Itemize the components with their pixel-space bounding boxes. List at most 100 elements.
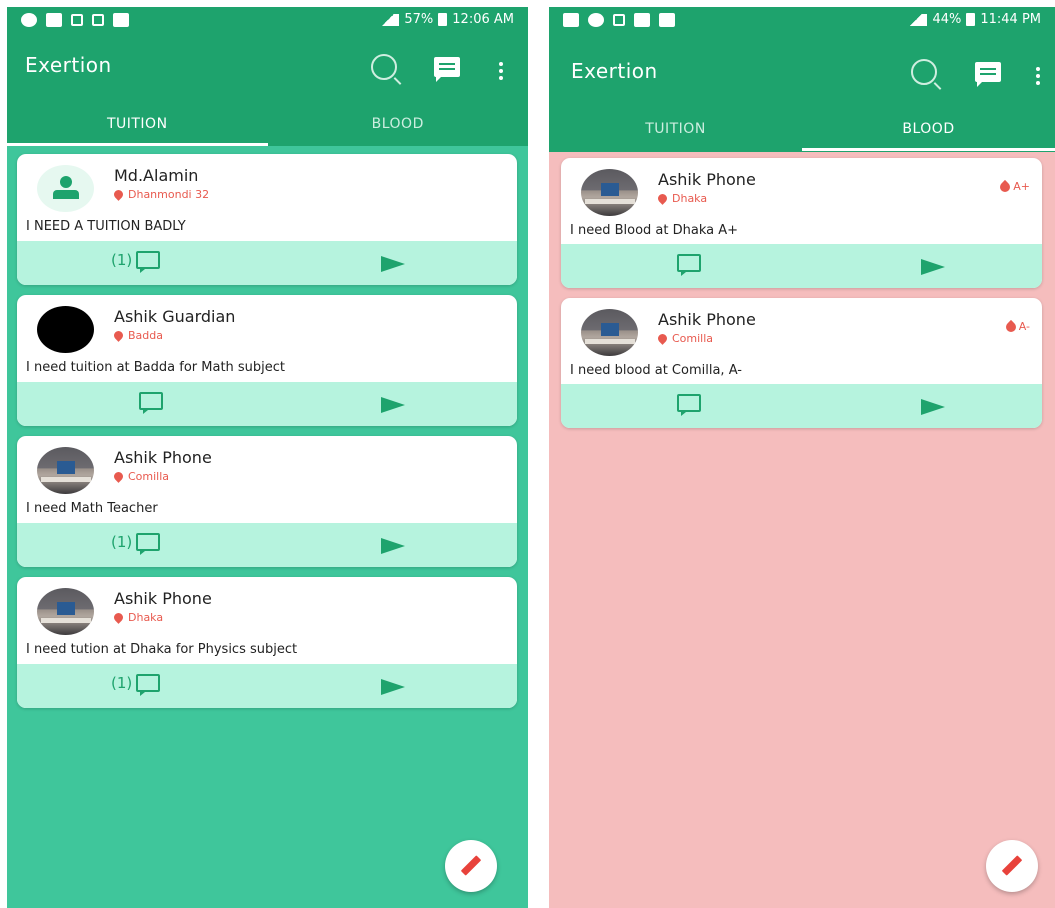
send-icon[interactable] bbox=[921, 259, 945, 275]
card-actions: (1) bbox=[17, 241, 517, 285]
comment-button[interactable] bbox=[135, 392, 163, 414]
battery-icon bbox=[438, 13, 448, 26]
facebook-notification-icon bbox=[563, 13, 579, 27]
data-speed-icon bbox=[613, 14, 625, 26]
location-pin-icon bbox=[112, 188, 125, 201]
location-text: Badda bbox=[128, 329, 163, 342]
post-author: Ashik Phone bbox=[658, 170, 756, 189]
send-icon[interactable] bbox=[381, 679, 405, 695]
post-message: I NEED A TUITION BADLY bbox=[26, 219, 186, 234]
tab-blood[interactable]: BLOOD bbox=[802, 107, 1055, 151]
compose-post-button[interactable] bbox=[445, 840, 497, 892]
data-speed-icon bbox=[92, 14, 104, 26]
comment-icon bbox=[139, 392, 163, 414]
activity-notification-icon bbox=[113, 13, 129, 27]
send-icon[interactable] bbox=[921, 399, 945, 415]
comment-count: (1) bbox=[111, 533, 133, 551]
signal-icon bbox=[377, 13, 400, 26]
blood-group: A+ bbox=[1013, 180, 1030, 193]
card-actions: (1) bbox=[17, 664, 517, 708]
messenger-notification-icon bbox=[21, 13, 37, 27]
card-actions: (1) bbox=[17, 523, 517, 567]
blood-drop-icon bbox=[998, 179, 1013, 194]
comment-button[interactable] bbox=[677, 394, 701, 416]
comment-button[interactable]: (1) bbox=[111, 674, 161, 696]
post-location: Comilla bbox=[112, 470, 169, 483]
tab-blood[interactable]: BLOOD bbox=[268, 102, 529, 146]
search-button[interactable] bbox=[371, 54, 397, 80]
search-button[interactable] bbox=[911, 59, 937, 85]
messages-button[interactable] bbox=[975, 62, 1001, 87]
battery-percent: 44% bbox=[932, 12, 962, 27]
post-author: Ashik Phone bbox=[114, 589, 212, 608]
post-message: I need tution at Dhaka for Physics subje… bbox=[26, 642, 298, 657]
send-icon[interactable] bbox=[381, 397, 405, 413]
avatar bbox=[37, 447, 94, 494]
post-card[interactable]: Ashik Guardian Badda I need tuition at B… bbox=[17, 295, 517, 426]
location-text: Dhaka bbox=[672, 192, 708, 205]
post-location: Badda bbox=[112, 329, 163, 342]
send-icon[interactable] bbox=[381, 538, 405, 554]
compose-post-button[interactable] bbox=[986, 840, 1038, 892]
overflow-menu-button[interactable] bbox=[499, 62, 507, 82]
more-vert-icon bbox=[1036, 74, 1040, 78]
post-message: I need blood at Comilla, A- bbox=[570, 363, 742, 378]
location-pin-icon bbox=[112, 611, 125, 624]
blood-screen: 44% 11:44 PM Exertion TUITION BLOOD Ashi… bbox=[549, 7, 1055, 908]
blood-request-card[interactable]: Ashik Phone Comilla A- I need blood at C… bbox=[561, 298, 1042, 428]
tab-bar: TUITION BLOOD bbox=[549, 107, 1055, 151]
instagram-notification-icon bbox=[71, 14, 83, 26]
avatar bbox=[581, 309, 638, 356]
post-card[interactable]: Md.Alamin Dhanmondi 32 I NEED A TUITION … bbox=[17, 154, 517, 285]
comment-icon bbox=[136, 533, 161, 555]
tab-tuition[interactable]: TUITION bbox=[7, 102, 268, 146]
comment-icon bbox=[677, 394, 701, 416]
battery-icon bbox=[966, 13, 976, 26]
search-icon bbox=[911, 59, 937, 85]
person-icon bbox=[60, 176, 72, 188]
post-location: Dhaka bbox=[112, 611, 164, 624]
comment-icon bbox=[136, 251, 161, 273]
comment-count: (1) bbox=[111, 674, 133, 692]
location-pin-icon bbox=[656, 332, 669, 345]
location-text: Dhaka bbox=[128, 611, 164, 624]
messages-button[interactable] bbox=[434, 57, 460, 82]
status-bar: 57% 12:06 AM bbox=[7, 7, 528, 37]
tab-tuition[interactable]: TUITION bbox=[549, 107, 802, 151]
app-bar: 57% 12:06 AM Exertion TUITION BLOOD bbox=[7, 7, 528, 146]
comment-count: (1) bbox=[111, 251, 133, 269]
comment-icon bbox=[136, 674, 161, 696]
battery-percent: 57% bbox=[404, 12, 434, 27]
tuition-screen: 57% 12:06 AM Exertion TUITION BLOOD Md.A… bbox=[7, 7, 528, 908]
gallery-notification-icon bbox=[634, 13, 650, 27]
clock: 11:44 PM bbox=[980, 12, 1041, 27]
location-pin-icon bbox=[656, 192, 669, 205]
post-card[interactable]: Ashik Phone Comilla I need Math Teacher … bbox=[17, 436, 517, 567]
overflow-menu-button[interactable] bbox=[1036, 67, 1044, 87]
pencil-icon bbox=[1001, 855, 1023, 876]
comment-button[interactable]: (1) bbox=[111, 251, 161, 273]
chat-icon bbox=[975, 62, 1001, 87]
post-card[interactable]: Ashik Phone Dhaka I need tution at Dhaka… bbox=[17, 577, 517, 708]
comment-button[interactable] bbox=[677, 254, 701, 276]
blood-request-card[interactable]: Ashik Phone Dhaka A+ I need Blood at Dha… bbox=[561, 158, 1042, 288]
post-location: Dhanmondi 32 bbox=[112, 188, 210, 201]
app-bar: 44% 11:44 PM Exertion TUITION BLOOD bbox=[549, 7, 1055, 152]
app-title: Exertion bbox=[25, 53, 112, 77]
signal-icon bbox=[905, 13, 928, 26]
messenger-notification-icon bbox=[588, 13, 604, 27]
location-pin-icon bbox=[112, 329, 125, 342]
comment-button[interactable]: (1) bbox=[111, 533, 161, 555]
location-text: Dhanmondi 32 bbox=[128, 188, 210, 201]
card-actions bbox=[561, 244, 1042, 288]
card-actions bbox=[17, 382, 517, 426]
send-icon[interactable] bbox=[381, 256, 405, 272]
clock: 12:06 AM bbox=[452, 12, 514, 27]
app-title: Exertion bbox=[571, 59, 658, 83]
post-location: Dhaka bbox=[656, 192, 708, 205]
post-author: Ashik Guardian bbox=[114, 307, 236, 326]
more-vert-icon bbox=[499, 69, 503, 73]
search-icon bbox=[371, 54, 397, 80]
card-actions bbox=[561, 384, 1042, 428]
blood-group-badge: A- bbox=[1003, 319, 1030, 334]
